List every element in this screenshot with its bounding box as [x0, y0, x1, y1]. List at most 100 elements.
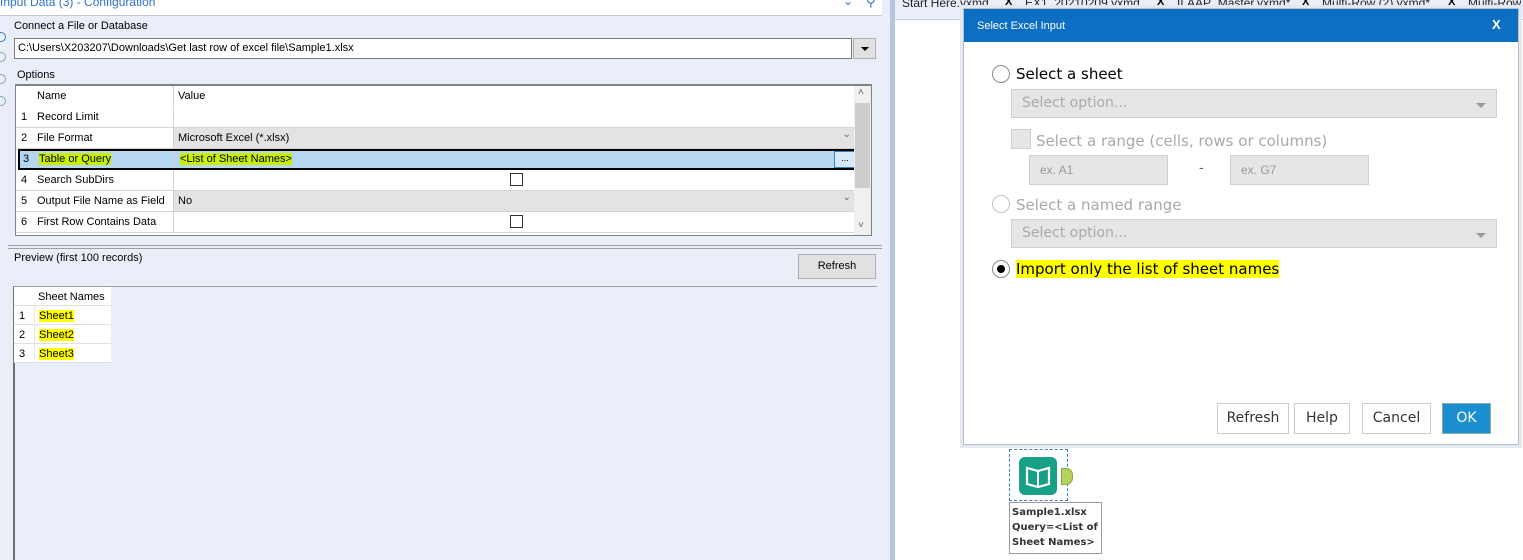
- annotation-line: Query=<List of: [1012, 522, 1098, 533]
- row-name: File Format: [37, 132, 93, 144]
- row-number: 1: [21, 111, 28, 123]
- annotation-line: Sample1.xlsx: [1012, 507, 1087, 518]
- options-label: Options: [17, 69, 55, 81]
- grid-row-record-limit[interactable]: 1 Record Limit: [16, 107, 856, 128]
- range-to-input[interactable]: ex. G7: [1230, 155, 1369, 185]
- row-name: Search SubDirs: [37, 174, 115, 186]
- dialog-header: Select Excel Input X: [964, 9, 1518, 42]
- row-name: Table or Query: [39, 153, 112, 165]
- cell-text: Sheet3: [39, 348, 74, 360]
- output-file-name-select[interactable]: No ⌄: [173, 191, 856, 211]
- named-range-radio[interactable]: [992, 195, 1010, 213]
- row-number: 2: [19, 329, 26, 341]
- first-row-data-checkbox[interactable]: [510, 215, 523, 228]
- select-range-checkbox[interactable]: [1011, 129, 1031, 149]
- options-grid: Name Value 1 Record Limit 2 File Format …: [15, 84, 872, 236]
- preview-refresh-button[interactable]: Refresh: [798, 254, 876, 279]
- table-row[interactable]: 1 Sheet1: [14, 306, 111, 325]
- help-button[interactable]: Help: [1294, 403, 1350, 434]
- ok-button[interactable]: OK: [1442, 403, 1491, 434]
- tab-close-icon[interactable]: X: [1302, 0, 1309, 8]
- row-number: 5: [21, 195, 28, 207]
- cell-sheet-name: Sheet1: [34, 306, 78, 324]
- grid-row-file-format[interactable]: 2 File Format Microsoft Excel (*.xlsx) ⌄: [16, 128, 856, 149]
- preview-label: Preview (first 100 records): [14, 252, 143, 264]
- tab-close-icon[interactable]: X: [1157, 0, 1164, 8]
- row-number: 3: [19, 348, 26, 360]
- sheet-select[interactable]: Select option...: [1011, 89, 1497, 118]
- grid-row-first-row-data[interactable]: 6 First Row Contains Data: [16, 212, 856, 233]
- cell-text: Sheet2: [39, 329, 74, 341]
- column-header-value: Value: [173, 86, 856, 106]
- output-anchor[interactable]: [1061, 468, 1073, 485]
- arrows-icon[interactable]: [0, 52, 6, 62]
- row-number: 3: [23, 153, 30, 165]
- chevron-down-icon: ⌄: [842, 129, 851, 140]
- tab-close-icon[interactable]: X: [1005, 0, 1012, 8]
- book-icon[interactable]: [1019, 457, 1057, 495]
- range-from-input[interactable]: ex. A1: [1029, 155, 1168, 185]
- scroll-down-icon[interactable]: ˅: [858, 220, 864, 231]
- cancel-button[interactable]: Cancel: [1362, 403, 1431, 434]
- dialog-refresh-button[interactable]: Refresh: [1217, 403, 1289, 434]
- import-sheet-names-radio[interactable]: [992, 260, 1010, 278]
- ellipsis-button[interactable]: ...: [834, 151, 856, 168]
- import-sheet-names-label[interactable]: Import only the list of sheet names: [1016, 260, 1280, 278]
- search-subdirs-cell: [173, 170, 856, 190]
- row-name: Output File Name as Field: [37, 195, 165, 207]
- scrollbar-thumb[interactable]: [855, 103, 870, 188]
- grid-row-output-file-name[interactable]: 5 Output File Name as Field No ⌄: [16, 191, 856, 212]
- select-excel-input-dialog: Select Excel Input X Select a sheet Sele…: [963, 8, 1519, 445]
- select-sheet-radio[interactable]: [992, 65, 1010, 83]
- table-or-query-value[interactable]: <List of Sheet Names> ...: [175, 151, 858, 168]
- gear-icon[interactable]: [0, 32, 6, 42]
- import-sheet-names-text: Import only the list of sheet names: [1016, 260, 1280, 278]
- first-row-data-cell: [173, 212, 856, 232]
- tab-close-icon[interactable]: X: [1448, 0, 1455, 8]
- connect-file-label: Connect a File or Database: [14, 20, 148, 32]
- tag-icon[interactable]: [0, 74, 6, 84]
- file-path-input[interactable]: C:\Users\X203207\Downloads\Get last row …: [14, 38, 852, 59]
- record-limit-input[interactable]: [173, 107, 856, 127]
- row-name: Record Limit: [37, 111, 99, 123]
- range-separator: -: [1199, 159, 1204, 175]
- table-or-query-text: <List of Sheet Names>: [180, 153, 292, 165]
- scroll-up-icon[interactable]: ˄: [858, 87, 864, 98]
- chevron-down-icon[interactable]: ⌄: [843, 0, 853, 8]
- row-number: 6: [21, 216, 28, 228]
- column-header-sheet-names: Sheet Names: [38, 291, 105, 303]
- preview-table: Sheet Names 1 Sheet1 2 Sheet2 3 Sheet3: [14, 287, 111, 363]
- column-header-name: Name: [37, 90, 67, 102]
- pin-icon[interactable]: ⚲: [866, 0, 876, 10]
- annotation-line: Sheet Names>: [1012, 537, 1095, 548]
- panel-title: Input Data (3) - Configuration: [0, 0, 156, 9]
- book-icon-svg: [1025, 466, 1051, 489]
- configuration-panel: Input Data (3) - Configuration ⌄ ⚲ Conne…: [0, 0, 890, 560]
- side-toolbar: [0, 28, 8, 128]
- select-sheet-label[interactable]: Select a sheet: [1016, 65, 1123, 83]
- cell-sheet-name: Sheet3: [34, 344, 78, 362]
- row-number: 1: [19, 310, 26, 322]
- close-icon[interactable]: X: [1492, 17, 1501, 32]
- info-icon[interactable]: [0, 96, 6, 106]
- preview-area: [13, 286, 877, 560]
- table-row[interactable]: 3 Sheet3: [14, 344, 111, 363]
- search-subdirs-checkbox[interactable]: [510, 173, 523, 186]
- tool-annotation: Sample1.xlsx Query=<List of Sheet Names>: [1009, 502, 1102, 554]
- row-number: 2: [21, 132, 28, 144]
- named-range-select[interactable]: Select option...: [1011, 219, 1497, 248]
- panel-title-bar: Input Data (3) - Configuration ⌄ ⚲: [0, 0, 882, 16]
- row-name-text: Table or Query: [39, 153, 112, 165]
- file-dropdown-button[interactable]: [853, 38, 876, 59]
- grid-header: Name Value: [16, 86, 856, 107]
- cell-text: Sheet1: [39, 310, 74, 322]
- output-file-name-value: No: [178, 195, 193, 207]
- grid-row-table-or-query[interactable]: 3 Table or Query <List of Sheet Names> .…: [18, 149, 858, 170]
- grid-scrollbar[interactable]: ˄ ˅: [854, 86, 871, 235]
- table-row[interactable]: 2 Sheet2: [14, 325, 111, 344]
- row-name: First Row Contains Data: [37, 216, 157, 228]
- panel-splitter[interactable]: [8, 245, 882, 249]
- file-format-value: Microsoft Excel (*.xlsx): [178, 132, 290, 144]
- file-format-select[interactable]: Microsoft Excel (*.xlsx) ⌄: [173, 128, 856, 148]
- grid-row-search-subdirs[interactable]: 4 Search SubDirs: [16, 170, 856, 191]
